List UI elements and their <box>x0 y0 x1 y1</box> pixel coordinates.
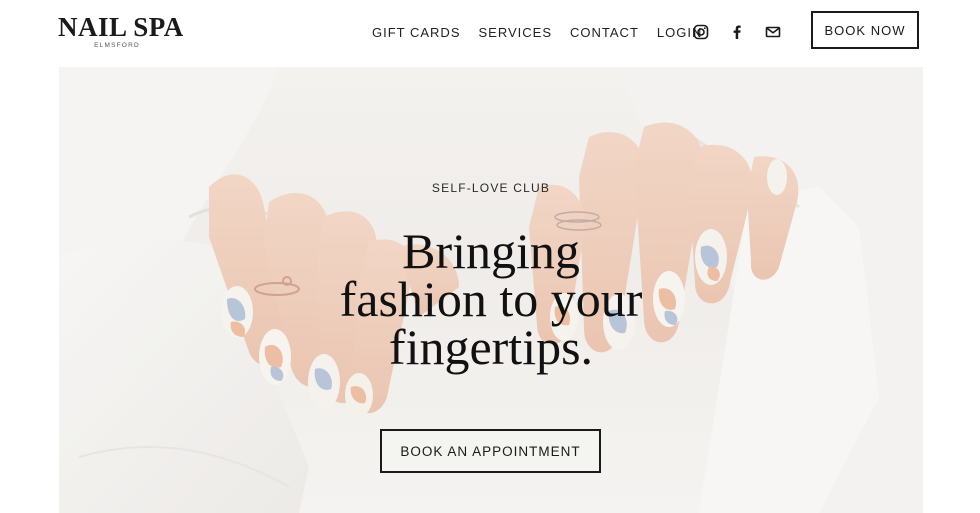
mail-icon[interactable] <box>764 23 782 41</box>
facebook-icon[interactable] <box>728 23 746 41</box>
site-header: NAIL SPA ELMSFORD GIFT CARDS SERVICES CO… <box>0 0 980 66</box>
headline-line-1: Bringing <box>402 223 580 279</box>
headline-line-3: fingertips. <box>388 319 594 375</box>
nav-services[interactable]: SERVICES <box>479 24 553 42</box>
hero-content: SELF-LOVE CLUB Bringing fashion to your … <box>59 67 923 513</box>
hero-section: SELF-LOVE CLUB Bringing fashion to your … <box>59 67 923 513</box>
book-now-button[interactable]: BOOK NOW <box>811 11 919 49</box>
main-nav: GIFT CARDS SERVICES CONTACT LOGIN <box>372 24 720 42</box>
hero-headline: Bringing fashion to your fingertips. <box>59 223 923 375</box>
book-appointment-button[interactable]: BOOK AN APPOINTMENT <box>380 429 601 473</box>
brand-location: ELMSFORD <box>94 42 140 49</box>
brand-logo[interactable]: NAIL SPA ELMSFORD <box>58 12 188 50</box>
instagram-icon[interactable] <box>692 23 710 41</box>
nav-gift-cards[interactable]: GIFT CARDS <box>372 24 461 42</box>
hero-eyebrow: SELF-LOVE CLUB <box>431 181 551 195</box>
nav-contact[interactable]: CONTACT <box>570 24 639 42</box>
brand-name: NAIL SPA <box>58 12 184 42</box>
headline-line-2: fashion to your <box>339 271 643 327</box>
social-links <box>692 23 800 41</box>
